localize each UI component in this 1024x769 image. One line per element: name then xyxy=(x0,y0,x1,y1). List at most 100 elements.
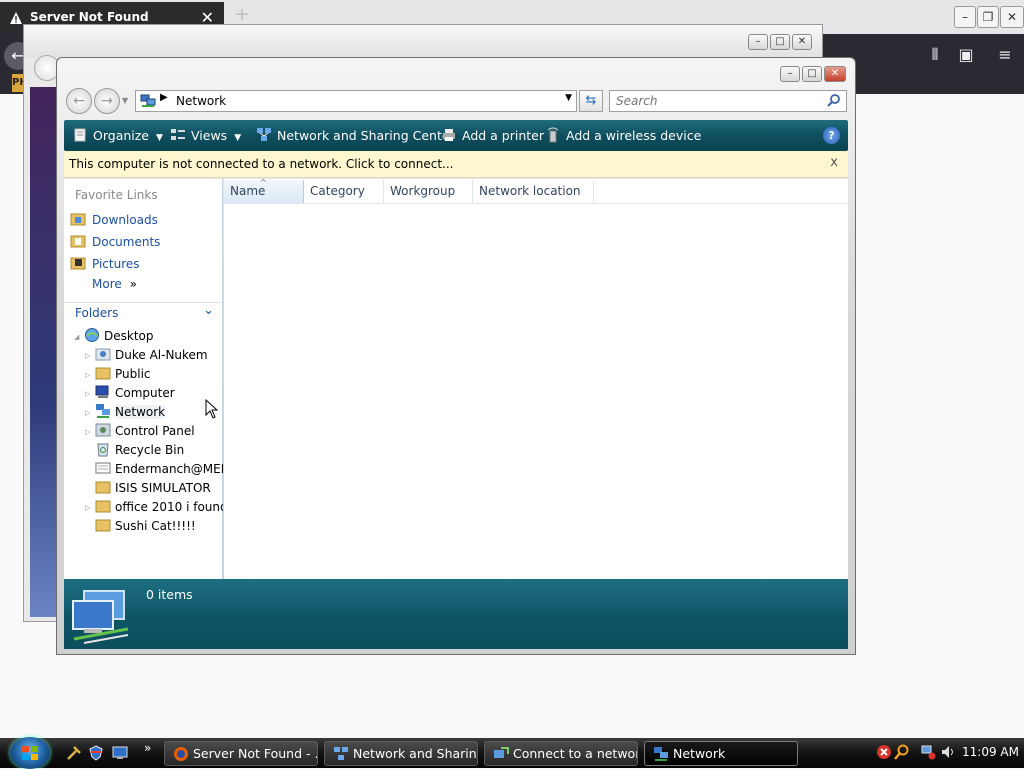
tree-item-sushi-cat[interactable]: Sushi Cat!!!!! xyxy=(95,517,196,536)
favorite-link-pictures[interactable]: Pictures xyxy=(70,255,140,275)
header-divider xyxy=(224,203,848,204)
search-tray-icon[interactable] xyxy=(894,744,910,760)
start-button[interactable] xyxy=(10,737,50,769)
favorite-link-documents[interactable]: Documents xyxy=(70,233,160,253)
breadcrumb-network[interactable]: Network xyxy=(176,94,226,108)
collapsed-arrow-icon[interactable]: ▷ xyxy=(85,409,95,417)
tree-item-desktop[interactable]: ◢ Desktop xyxy=(74,327,154,346)
collapsed-arrow-icon[interactable]: ▷ xyxy=(85,352,95,360)
taskbar-item-network[interactable]: Network xyxy=(644,741,798,766)
column-header-workgroup[interactable]: Workgroup xyxy=(384,180,473,203)
taskbar-item-label: Connect to a network xyxy=(513,746,638,761)
expanded-arrow-icon[interactable]: ◢ xyxy=(74,333,84,341)
column-header-label: Network location xyxy=(479,184,581,198)
more-links-button[interactable]: More » xyxy=(92,277,137,297)
favorite-links-header: Favorite Links xyxy=(75,188,158,202)
refresh-button[interactable]: ⇆ xyxy=(579,90,603,112)
folders-label: Folders xyxy=(75,306,119,320)
folders-header[interactable]: Folders ⌄ xyxy=(64,302,222,324)
browser-close-button[interactable]: ✕ xyxy=(1000,6,1024,28)
folder-icon xyxy=(95,519,111,532)
collapsed-arrow-icon[interactable]: ▷ xyxy=(85,428,95,436)
browser-tab-title: Server Not Found xyxy=(30,10,149,24)
network-explorer-window[interactable]: – □ ✕ ← → ▼ ▶ Network ▼ ⇆ Organize▼ View… xyxy=(56,57,856,655)
recycle-bin-icon xyxy=(97,443,109,457)
network-icon xyxy=(96,404,110,418)
close-button[interactable]: ✕ xyxy=(824,66,846,82)
add-printer-button[interactable]: Add a printer xyxy=(441,120,544,151)
close-button[interactable]: ✕ xyxy=(792,34,812,50)
quicklaunch-tool-icon[interactable] xyxy=(66,745,82,761)
quicklaunch-desktop-icon[interactable] xyxy=(112,745,128,761)
tree-item-computer[interactable]: ▷ Computer xyxy=(85,384,175,403)
chevron-down-icon[interactable]: ⌄ xyxy=(203,303,214,318)
info-bar-message[interactable]: This computer is not connected to a netw… xyxy=(69,157,453,171)
security-alert-icon[interactable] xyxy=(876,744,892,760)
computer-icon xyxy=(95,385,109,398)
recent-pages-dropdown-icon[interactable]: ▼ xyxy=(122,96,128,105)
column-header-category[interactable]: Category xyxy=(304,180,384,203)
collapsed-arrow-icon[interactable]: ▷ xyxy=(85,390,95,398)
quicklaunch-shield-icon[interactable] xyxy=(88,745,104,761)
breadcrumb-arrow-icon[interactable]: ▶ xyxy=(160,92,168,103)
volume-icon[interactable] xyxy=(940,744,956,760)
views-label: Views xyxy=(191,128,228,143)
favorite-link-downloads[interactable]: Downloads xyxy=(70,211,158,231)
column-header-name[interactable]: ^ Name xyxy=(224,178,304,203)
quicklaunch-more-icon[interactable]: » xyxy=(144,741,151,755)
add-wireless-label: Add a wireless device xyxy=(566,128,702,143)
clock[interactable]: 11:09 AM xyxy=(962,745,1019,759)
column-header-label: Workgroup xyxy=(390,184,456,198)
tree-item-recycle-bin[interactable]: Recycle Bin xyxy=(95,441,184,460)
network-sharing-center-button[interactable]: Network and Sharing Center xyxy=(256,120,455,151)
tree-item-label: Sushi Cat!!!!! xyxy=(115,519,196,533)
sidebar-icon[interactable]: ▣ xyxy=(955,44,977,66)
add-wireless-device-button[interactable]: Add a wireless device xyxy=(545,120,701,151)
info-bar-close-icon[interactable]: x xyxy=(830,155,838,170)
views-button[interactable]: Views ▼ xyxy=(170,120,241,151)
user-folder-icon xyxy=(95,348,111,361)
maximize-button[interactable]: □ xyxy=(770,34,790,50)
info-bar[interactable]: This computer is not connected to a netw… xyxy=(64,151,848,178)
taskbar-item-connect-network[interactable]: Connect to a network xyxy=(484,741,638,766)
file-list[interactable]: ^ Name Category Workgroup Network locatio… xyxy=(224,178,848,579)
back-button[interactable]: ← xyxy=(66,88,92,114)
firefox-icon xyxy=(174,747,188,761)
search-input[interactable] xyxy=(614,92,814,110)
address-dropdown-icon[interactable]: ▼ xyxy=(565,93,572,103)
taskbar-item-network-sharing[interactable]: Network and Sharin... xyxy=(324,741,478,766)
network-icon xyxy=(654,747,668,761)
browser-restore-button[interactable]: ❐ xyxy=(977,6,999,28)
tree-item-public[interactable]: ▷ Public xyxy=(85,365,151,384)
browser-minimize-button[interactable]: – xyxy=(954,6,976,28)
minimize-button[interactable]: – xyxy=(780,66,800,82)
organize-label: Organize xyxy=(93,128,149,143)
wireless-device-icon xyxy=(547,127,559,143)
help-icon[interactable]: ? xyxy=(823,127,840,144)
minimize-button[interactable]: – xyxy=(748,34,768,50)
address-bar[interactable]: ▶ Network ▼ xyxy=(135,90,577,112)
tree-item-network[interactable]: ▷ Network xyxy=(85,403,166,422)
tree-item-office-2010[interactable]: ▷ office 2010 i found c xyxy=(85,498,223,517)
collapsed-arrow-icon[interactable]: ▷ xyxy=(85,371,95,379)
views-icon xyxy=(171,129,185,140)
network-disconnected-icon[interactable] xyxy=(920,744,936,760)
tree-item-label: Desktop xyxy=(104,329,154,343)
tree-item-label: ISIS SIMULATOR xyxy=(115,481,211,495)
collapsed-arrow-icon[interactable]: ▷ xyxy=(85,504,95,512)
library-icon[interactable]: ⫴ xyxy=(924,44,946,66)
taskbar-item-firefox[interactable]: Server Not Found - ... xyxy=(164,741,318,766)
menu-icon[interactable]: ≡ xyxy=(994,44,1016,66)
search-box[interactable] xyxy=(609,90,847,112)
mouse-cursor-icon xyxy=(205,399,219,419)
column-header-network-location[interactable]: Network location xyxy=(473,180,594,203)
tree-item-control-panel[interactable]: ▷ Control Panel xyxy=(85,422,195,441)
forward-button[interactable]: → xyxy=(94,88,120,114)
tree-item-contact[interactable]: Endermanch@MEM xyxy=(95,460,223,479)
background-window-titlebar xyxy=(24,25,822,57)
search-icon[interactable] xyxy=(827,93,841,107)
organize-button[interactable]: Organize ▼ xyxy=(72,120,163,151)
tree-item-isis-simulator[interactable]: ISIS SIMULATOR xyxy=(95,479,211,498)
maximize-button[interactable]: □ xyxy=(802,66,822,82)
tree-item-user[interactable]: ▷ Duke Al-Nukem xyxy=(85,346,208,365)
